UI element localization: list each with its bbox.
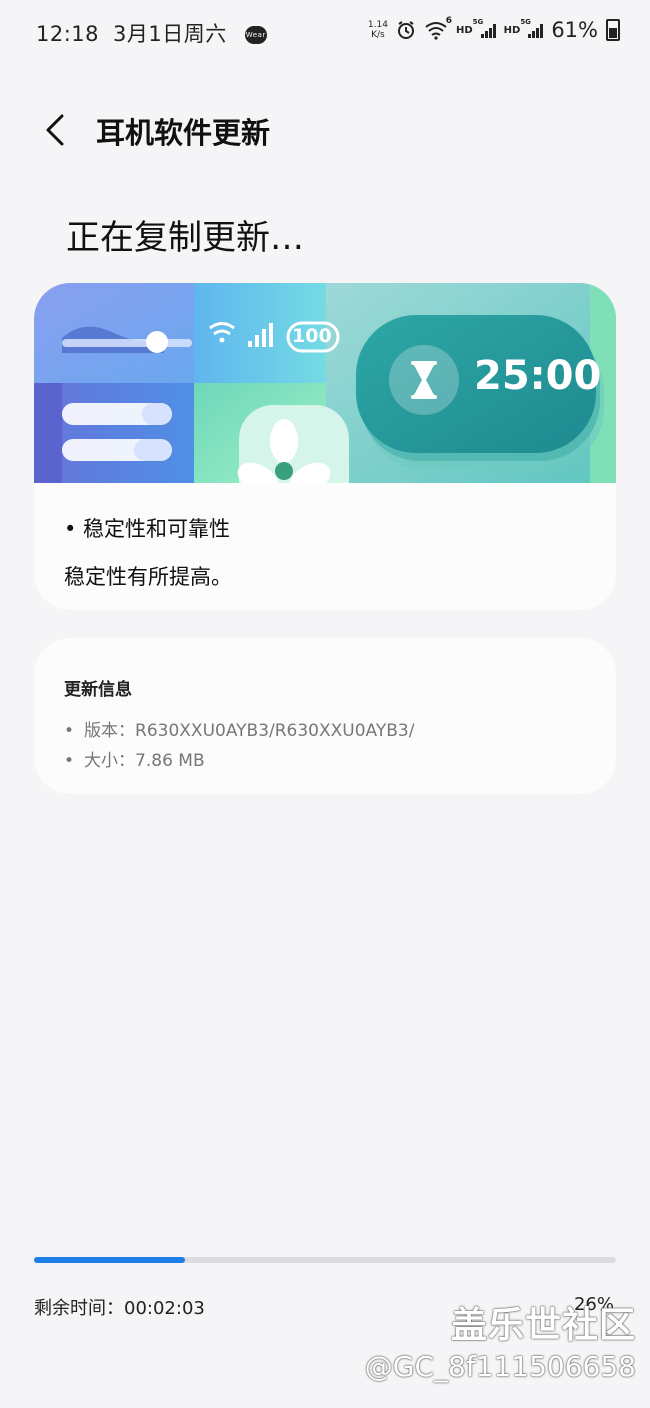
version-value: R630XXU0AYB3/R630XXU0AYB3/ — [135, 721, 415, 741]
signal-icon-1: 5G — [473, 18, 496, 38]
wear-icon: Wear — [244, 26, 267, 44]
size-value: 7.86 MB — [135, 751, 205, 771]
watermark-site: 盖乐世社区 — [450, 1305, 636, 1346]
status-left: 12:18 3月1日周六 Wear — [36, 18, 281, 48]
net-speed-unit: K/s — [371, 30, 385, 40]
release-notes-card: 100 25:00 • 稳定性和可靠性 稳定性有所提高。 — [34, 283, 616, 610]
update-info-title: 更新信息 — [64, 680, 132, 700]
update-status-heading: 正在复制更新… — [66, 218, 304, 258]
battery-icon — [606, 19, 620, 41]
hd-badge-1: HD — [455, 24, 473, 36]
bullet: • — [64, 751, 75, 771]
net-speed: 1.14 K/s — [368, 20, 388, 40]
size-label: 大小： — [84, 751, 136, 771]
banner-timer-text: 25:00 — [474, 353, 602, 399]
status-right: 1.14 K/s 6 HD 5G HD 5G 61% — [368, 14, 620, 46]
banner-battery-label: 100 — [292, 325, 332, 347]
version-label: 版本： — [84, 721, 136, 741]
bullet: • — [64, 721, 75, 741]
alarm-icon — [397, 21, 414, 39]
feature-description: 稳定性有所提高。 — [64, 565, 232, 589]
remaining-time: 剩余时间：00:02:03 — [34, 1294, 205, 1320]
update-info-card: 更新信息 • 版本：R630XXU0AYB3/R630XXU0AYB3/ • 大小：… — [34, 638, 616, 794]
signal-tag-2: 5G — [520, 18, 531, 26]
feature-banner: 100 25:00 — [34, 283, 616, 483]
version-row: • 版本：R630XXU0AYB3/R630XXU0AYB3/ — [64, 716, 414, 741]
back-button[interactable] — [36, 110, 76, 150]
watermark-user: @GC_8f111506658 — [364, 1350, 636, 1383]
remaining-label: 剩余时间： — [34, 1298, 124, 1319]
battery-percent: 61% — [551, 18, 598, 42]
wifi-gen: 6 — [445, 16, 452, 26]
chevron-left-icon — [46, 114, 64, 146]
status-time: 12:18 — [36, 22, 100, 46]
signal-tag-1: 5G — [472, 18, 484, 26]
status-bar: 12:18 3月1日周六 Wear 1.14 K/s 6 HD 5G HD 5G… — [0, 0, 650, 64]
hd-badge-2: HD — [503, 24, 521, 36]
net-speed-value: 1.14 — [367, 20, 388, 30]
status-date: 3月1日周六 — [113, 22, 227, 46]
wifi-icon: 6 — [424, 16, 452, 40]
remaining-value: 00:02:03 — [124, 1298, 205, 1319]
progress-fill — [34, 1257, 186, 1263]
feature-item: • 稳定性和可靠性 — [64, 517, 231, 541]
signal-icon-2: 5G — [520, 18, 544, 38]
size-row: • 大小：7.86 MB — [64, 746, 205, 771]
page-title: 耳机软件更新 — [96, 116, 271, 150]
progress-bar — [34, 1257, 616, 1263]
